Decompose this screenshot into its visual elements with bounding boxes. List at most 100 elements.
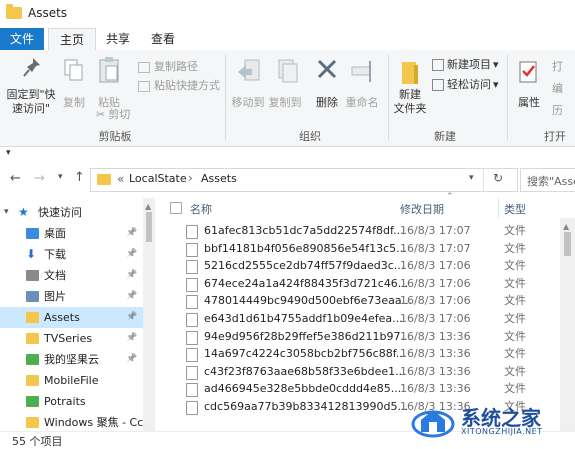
paste-shortcut-label: 粘贴快捷方式: [154, 79, 220, 92]
file-type: 文件: [504, 329, 526, 343]
refresh-icon[interactable]: ↻: [493, 171, 503, 185]
tab-share[interactable]: 共享: [100, 28, 136, 50]
file-row[interactable]: e643d1d61b4755addf1b09e4efea... 16/8/3 17…: [160, 310, 560, 328]
column-divider[interactable]: [498, 198, 499, 218]
nav-item[interactable]: Assets 📌: [0, 307, 143, 328]
copy-button[interactable]: 复制: [60, 54, 88, 114]
pin-quick-access-button[interactable]: 固定到"快 速访问": [4, 54, 58, 126]
open-label: 打: [552, 60, 563, 73]
dropdown-arrow-icon: ▾: [493, 78, 499, 91]
open-button[interactable]: 打: [552, 58, 563, 74]
file-row[interactable]: 674ece24a1a424f88435f3d721c46... 16/8/3 1…: [160, 275, 560, 293]
file-name: 478014449bc9490d500ebf6e73eaa...: [204, 294, 413, 308]
nav-item[interactable]: 图片 📌: [0, 286, 143, 307]
nav-scrollbar[interactable]: ▲: [143, 198, 155, 431]
new-folder-button[interactable]: 新建 文件夹: [392, 54, 428, 126]
folder-icon: [26, 375, 39, 386]
tab-home[interactable]: 主页: [48, 28, 96, 51]
paste-shortcut-button[interactable]: 粘贴快捷方式: [138, 77, 220, 93]
cut-button[interactable]: ✂ 剪切: [96, 106, 130, 122]
pin-icon[interactable]: 📌: [126, 244, 137, 265]
nav-scroll-thumb[interactable]: [146, 212, 152, 242]
easy-access-button[interactable]: 轻松访问 ▾: [432, 76, 499, 92]
pin-icon[interactable]: 📌: [126, 307, 137, 328]
nav-item[interactable]: 我的坚果云 📌: [0, 349, 143, 370]
breadcrumb-localstate[interactable]: LocalState: [129, 172, 187, 185]
tab-view[interactable]: 查看: [145, 28, 181, 50]
file-row[interactable]: 5216cd2555ce2db74ff57f9daed3c... 16/8/3 1…: [160, 257, 560, 275]
move-to-button[interactable]: 移动到: [230, 54, 266, 114]
folder-icon: [6, 4, 22, 19]
copy-to-button[interactable]: 复制到: [267, 54, 303, 114]
file-type: 文件: [504, 364, 526, 378]
file-date: 16/8/3 17:06: [400, 294, 471, 308]
scroll-up-icon[interactable]: ▲: [145, 202, 151, 211]
column-header-type[interactable]: 类型: [504, 201, 526, 217]
pin-icon[interactable]: 📌: [126, 223, 137, 244]
paste-button[interactable]: 粘贴: [94, 54, 124, 114]
back-arrow-icon[interactable]: ←: [10, 171, 21, 186]
file-row[interactable]: 94e9d956f28b29ffef5e386d211b97... 16/8/3 …: [160, 328, 560, 346]
address-dropdown-icon[interactable]: ▾: [469, 173, 474, 183]
file-icon: [186, 312, 198, 327]
rename-label: 重命名: [345, 96, 379, 109]
file-name: ad466945e328e5bbde0cddd4e85...: [204, 382, 402, 396]
nav-item-label: 下载: [44, 248, 66, 261]
pin-icon[interactable]: 📌: [126, 286, 137, 307]
file-row[interactable]: 14a697c4224c3058bcb2bf756c88f... 16/8/3 1…: [160, 345, 560, 363]
column-header-date[interactable]: 修改日期: [400, 201, 444, 217]
breadcrumb-separator[interactable]: ›: [188, 171, 193, 185]
paste-shortcut-icon: [138, 80, 150, 92]
cloud-folder-icon: [26, 354, 39, 365]
nav-item[interactable]: MobileFile: [0, 370, 143, 391]
watermark-logo: [411, 410, 455, 438]
file-date: 16/8/3 17:07: [400, 224, 471, 237]
delete-button[interactable]: 删除: [312, 54, 342, 114]
new-item-button[interactable]: 新建项目 ▾: [432, 56, 499, 72]
download-icon: ⬇: [26, 247, 37, 261]
edit-button[interactable]: 编: [552, 80, 563, 96]
overflow-chevrons[interactable]: «: [117, 172, 124, 186]
pin-icon[interactable]: 📌: [126, 349, 137, 370]
file-name: c43f23f8763aae68b58f33e6bdee1...: [204, 364, 406, 378]
column-header-name[interactable]: 名称: [190, 201, 212, 217]
file-name: 674ece24a1a424f88435f3d721c46...: [204, 276, 409, 290]
pictures-icon: [26, 291, 39, 302]
file-icon: [186, 260, 198, 275]
search-input[interactable]: 搜索"Asse: [520, 168, 575, 192]
properties-button[interactable]: 属性: [512, 54, 546, 126]
file-name: 94e9d956f28b29ffef5e386d211b97...: [204, 329, 412, 343]
nav-item[interactable]: Potraits: [0, 391, 143, 412]
nav-item[interactable]: TVSeries 📌: [0, 328, 143, 349]
copy-path-button[interactable]: 复制路径: [138, 58, 198, 74]
move-to-label: 移动到: [231, 96, 265, 109]
file-row[interactable]: bbf14181b4f056e890856e54f13c5... 16/8/3 1…: [160, 240, 560, 258]
nav-item[interactable]: ▾ ★ 快速访问: [0, 202, 143, 223]
expand-arrow-icon[interactable]: ▾: [4, 202, 9, 223]
history-button[interactable]: 历: [552, 102, 563, 118]
address-box[interactable]: « LocalState › Assets ▾ ↻: [90, 168, 518, 192]
pin-icon[interactable]: 📌: [126, 265, 137, 286]
tab-file[interactable]: 文件: [0, 28, 44, 50]
rename-button[interactable]: 重命名: [344, 54, 380, 114]
forward-arrow-icon[interactable]: →: [34, 171, 45, 186]
nav-item[interactable]: Windows 聚焦 - Cc: [0, 412, 143, 433]
up-arrow-icon[interactable]: ↑: [74, 170, 85, 185]
file-row[interactable]: 61afec813cb51dc7a5dd22574f8df... 16/8/3 1…: [160, 222, 560, 240]
properties-icon: [519, 61, 537, 83]
nav-item[interactable]: 文档 📌: [0, 265, 143, 286]
ribbon-tabs: 文件 主页 共享 查看: [0, 28, 575, 51]
file-row[interactable]: 478014449bc9490d500ebf6e73eaa... 16/8/3 1…: [160, 292, 560, 310]
select-all-checkbox[interactable]: [170, 202, 182, 214]
scroll-up-icon[interactable]: ▲: [563, 222, 569, 231]
folder-icon: [26, 417, 39, 428]
pin-icon[interactable]: 📌: [126, 328, 137, 349]
list-scroll-thumb[interactable]: [564, 232, 571, 256]
nav-item[interactable]: 桌面 📌: [0, 223, 143, 244]
nav-item[interactable]: ⬇ 下载 📌: [0, 244, 143, 265]
file-type: 文件: [504, 276, 526, 290]
breadcrumb-assets[interactable]: Assets: [201, 172, 237, 185]
collapse-icon[interactable]: ▾: [6, 148, 11, 158]
file-row[interactable]: c43f23f8763aae68b58f33e6bdee1... 16/8/3 1…: [160, 363, 560, 381]
recent-dropdown-icon[interactable]: ▾: [58, 172, 63, 182]
